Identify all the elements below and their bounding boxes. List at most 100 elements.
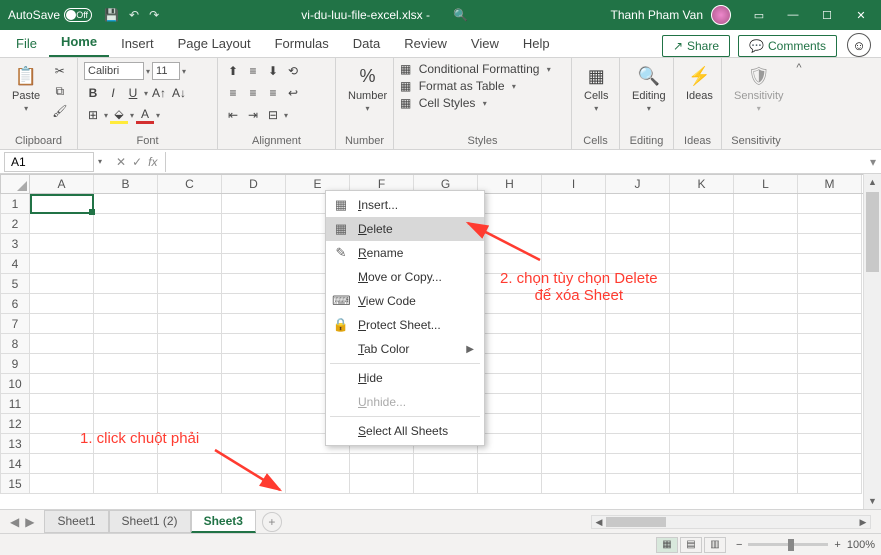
formula-input[interactable] [165,152,865,172]
scroll-thumb[interactable] [866,192,879,272]
cell[interactable] [478,374,542,394]
zoom-level[interactable]: 100% [847,539,875,551]
row-header[interactable]: 1 [0,194,30,214]
cell[interactable] [606,194,670,214]
row-header[interactable]: 8 [0,334,30,354]
cell[interactable] [670,254,734,274]
cell[interactable] [222,454,286,474]
cell[interactable] [286,454,350,474]
conditional-formatting-button[interactable]: ▦ Conditional Formatting ▾ [400,62,551,76]
row-header[interactable]: 14 [0,454,30,474]
merge-icon[interactable]: ⊟ [264,106,282,124]
column-header[interactable]: M [798,175,862,193]
cell[interactable] [158,474,222,494]
cell[interactable] [606,274,670,294]
ctx-tab-color[interactable]: Tab Color▶ [326,337,484,361]
ctx-view-code[interactable]: ⌨View Code [326,289,484,313]
cell[interactable] [94,254,158,274]
cell[interactable] [542,374,606,394]
cell[interactable] [542,194,606,214]
cell[interactable] [606,214,670,234]
cell[interactable] [94,274,158,294]
feedback-icon[interactable]: ☺ [847,33,871,57]
number-format-button[interactable]: %Number▾ [342,62,393,115]
user-area[interactable]: Thanh Pham Van [610,5,731,25]
cell[interactable] [94,314,158,334]
ctx-delete[interactable]: ▦Delete [326,217,484,241]
minimize-icon[interactable]: — [777,5,809,25]
cell[interactable] [734,294,798,314]
column-header[interactable]: C [158,175,222,193]
align-top-icon[interactable]: ⬆ [224,62,242,80]
new-sheet-button[interactable]: + [262,512,282,532]
cell[interactable] [30,354,94,374]
cell[interactable] [670,314,734,334]
cell[interactable] [606,294,670,314]
cell[interactable] [542,294,606,314]
autosave-toggle[interactable]: AutoSave Off [8,8,92,22]
cell[interactable] [606,234,670,254]
vertical-scrollbar[interactable]: ▲ ▼ [863,174,881,509]
cell[interactable] [606,334,670,354]
save-icon[interactable]: 💾 [104,8,119,22]
cell[interactable] [798,234,862,254]
cell[interactable] [798,354,862,374]
fill-color-icon[interactable]: ⬙ [110,106,128,124]
align-bottom-icon[interactable]: ⬇ [264,62,282,80]
horizontal-scrollbar[interactable]: ◀ ▶ [591,515,871,529]
cell[interactable] [798,334,862,354]
cell[interactable] [670,354,734,374]
cell[interactable] [222,214,286,234]
cell[interactable] [30,454,94,474]
cell[interactable] [542,434,606,454]
increase-font-icon[interactable]: A↑ [150,84,168,102]
zoom-in-icon[interactable]: + [834,539,840,551]
cell[interactable] [734,314,798,334]
cell[interactable] [542,334,606,354]
cell[interactable] [222,414,286,434]
tab-review[interactable]: Review [392,31,459,57]
decrease-font-icon[interactable]: A↓ [170,84,188,102]
cell[interactable] [94,394,158,414]
cell[interactable] [542,414,606,434]
scroll-left-icon[interactable]: ◀ [592,516,606,528]
enter-formula-icon[interactable]: ✓ [132,155,142,169]
cell[interactable] [798,474,862,494]
cell[interactable] [30,274,94,294]
scroll-right-icon[interactable]: ▶ [856,516,870,528]
cell[interactable] [158,214,222,234]
cell[interactable] [30,194,94,214]
scroll-up-icon[interactable]: ▲ [864,174,881,190]
cell[interactable] [158,334,222,354]
column-header[interactable]: D [222,175,286,193]
cell[interactable] [670,474,734,494]
cell[interactable] [158,254,222,274]
fx-icon[interactable]: fx [148,155,157,169]
cell[interactable] [670,294,734,314]
cell[interactable] [670,414,734,434]
cell[interactable] [94,354,158,374]
cell[interactable] [414,474,478,494]
cell[interactable] [222,434,286,454]
cell[interactable] [158,274,222,294]
column-header[interactable]: A [30,175,94,193]
align-center-icon[interactable]: ≡ [244,84,262,102]
cell[interactable] [798,274,862,294]
scroll-down-icon[interactable]: ▼ [864,493,881,509]
cell[interactable] [478,394,542,414]
cell[interactable] [606,474,670,494]
cell[interactable] [606,434,670,454]
select-all-cells[interactable] [0,174,30,194]
row-header[interactable]: 15 [0,474,30,494]
cell[interactable] [670,234,734,254]
format-as-table-button[interactable]: ▦ Format as Table ▾ [400,79,516,93]
cell[interactable] [158,414,222,434]
cell[interactable] [94,454,158,474]
row-header[interactable]: 5 [0,274,30,294]
cell[interactable] [734,454,798,474]
wrap-text-icon[interactable]: ↩ [284,84,302,102]
paste-button[interactable]: 📋Paste▾ [6,62,46,115]
cell[interactable] [158,374,222,394]
column-header[interactable]: K [670,175,734,193]
cell[interactable] [798,414,862,434]
